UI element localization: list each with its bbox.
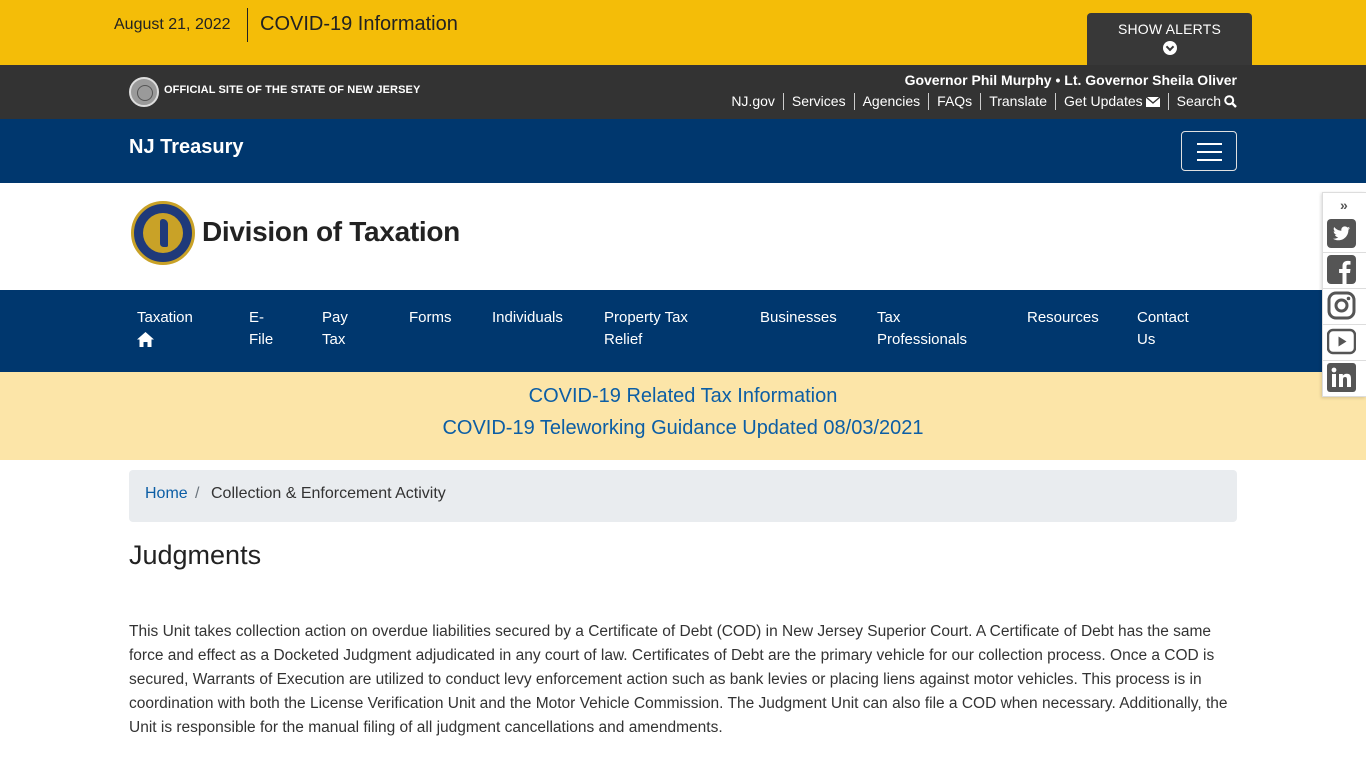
nav-label: Relief [604, 331, 643, 348]
nav-item-contact-us[interactable]: Contact Us [1137, 307, 1189, 351]
hamburger-line [1197, 151, 1222, 153]
get-updates-label: Get Updates [1064, 93, 1143, 109]
nav-item-taxation[interactable]: Taxation [137, 307, 193, 354]
division-title[interactable]: Division of Taxation [202, 216, 460, 248]
breadcrumb-current: Collection & Enforcement Activity [211, 485, 446, 502]
nav-item-tax-professionals[interactable]: Tax Professionals [877, 307, 967, 351]
governor-line: Governor Phil Murphy • Lt. Governor Shei… [904, 72, 1237, 88]
nav-label: E- [249, 309, 264, 326]
division-header: Division of Taxation [0, 183, 1366, 290]
nav-label: Tax [322, 331, 346, 348]
nav-item-forms[interactable]: Forms [409, 307, 452, 329]
division-seal-icon[interactable] [131, 201, 195, 265]
search-label: Search [1176, 93, 1221, 109]
twitter-icon[interactable] [1327, 219, 1356, 248]
nav-label: Us [1137, 331, 1156, 348]
youtube-icon[interactable] [1327, 327, 1356, 356]
double-chevron-right-icon[interactable]: » [1340, 197, 1348, 213]
page: August 21, 2022 COVID-19 Information SHO… [0, 0, 1366, 768]
instagram-icon[interactable] [1327, 291, 1356, 320]
nav-label: Pay [322, 309, 348, 326]
linkedin-icon[interactable] [1327, 363, 1356, 392]
nav-item-pay-tax[interactable]: Pay Tax [322, 307, 348, 351]
nav-label: Professionals [877, 331, 968, 348]
nav-label: File [249, 331, 274, 348]
nav-item-efile[interactable]: E- File [249, 307, 273, 351]
link-njgov[interactable]: NJ.gov [723, 93, 784, 110]
link-search[interactable]: Search [1169, 93, 1237, 110]
link-services[interactable]: Services [784, 93, 855, 110]
nav-label: Property Tax [604, 309, 688, 326]
chevron-down-icon [1162, 41, 1177, 55]
home-icon [137, 332, 154, 347]
nav-label: Businesses [760, 309, 837, 326]
hamburger-line [1197, 143, 1222, 145]
nj-shape-icon [160, 219, 168, 247]
state-bar: OFFICIAL SITE OF THE STATE OF NEW JERSEY… [0, 65, 1366, 119]
body-paragraph: This Unit takes collection action on ove… [129, 623, 1228, 736]
top-links: NJ.gov Services Agencies FAQs Translate … [723, 93, 1237, 110]
divider [1323, 360, 1366, 361]
nj-treasury-link[interactable]: NJ Treasury [129, 136, 244, 159]
covid-tax-info-link[interactable]: COVID-19 Related Tax Information [0, 385, 1366, 408]
nav-label: Contact [1137, 309, 1189, 326]
hamburger-line [1197, 159, 1222, 161]
covid-teleworking-link[interactable]: COVID-19 Teleworking Guidance Updated 08… [0, 417, 1366, 440]
link-translate[interactable]: Translate [981, 93, 1057, 110]
official-site-label: OFFICIAL SITE OF THE STATE OF NEW JERSEY [164, 84, 421, 96]
nav-label: Individuals [492, 309, 563, 326]
nav-item-resources[interactable]: Resources [1027, 307, 1099, 329]
nav-item-individuals[interactable]: Individuals [492, 307, 563, 329]
page-title: Judgments [129, 540, 262, 570]
divider [1323, 324, 1366, 325]
nav-label: Resources [1027, 309, 1099, 326]
covid-banner: COVID-19 Related Tax Information COVID-1… [0, 372, 1366, 460]
show-alerts-button[interactable]: SHOW ALERTS [1087, 13, 1252, 65]
nav-label: Tax [877, 309, 901, 326]
divider [1323, 288, 1366, 289]
nav-label: Forms [409, 309, 452, 326]
breadcrumb-separator: / [195, 485, 200, 502]
menu-toggle-button[interactable] [1181, 131, 1237, 171]
alert-divider [247, 8, 248, 42]
alert-bar: August 21, 2022 COVID-19 Information SHO… [0, 0, 1366, 65]
link-get-updates[interactable]: Get Updates [1056, 93, 1169, 110]
seal-inner [143, 213, 183, 253]
covid-info-link[interactable]: COVID-19 Information [260, 13, 458, 36]
social-sidebar: » [1322, 192, 1366, 397]
main-nav: Taxation E- File Pay Tax Forms Individua… [0, 290, 1366, 372]
search-icon [1224, 95, 1237, 108]
nav-label: Taxation [137, 309, 193, 326]
nav-item-businesses[interactable]: Businesses [760, 307, 837, 329]
nj-state-seal-icon [129, 77, 159, 107]
show-alerts-label: SHOW ALERTS [1117, 21, 1222, 37]
treasury-bar: NJ Treasury [0, 119, 1366, 183]
link-faqs[interactable]: FAQs [929, 93, 982, 110]
nav-item-property-tax-relief[interactable]: Property Tax Relief [604, 307, 688, 351]
link-agencies[interactable]: Agencies [855, 93, 930, 110]
alert-date: August 21, 2022 [114, 16, 231, 33]
breadcrumb-home-link[interactable]: Home [145, 485, 188, 503]
facebook-icon[interactable] [1327, 255, 1356, 284]
breadcrumb: Home / Collection & Enforcement Activity [129, 470, 1237, 522]
envelope-icon [1145, 96, 1160, 107]
divider [1323, 252, 1366, 253]
